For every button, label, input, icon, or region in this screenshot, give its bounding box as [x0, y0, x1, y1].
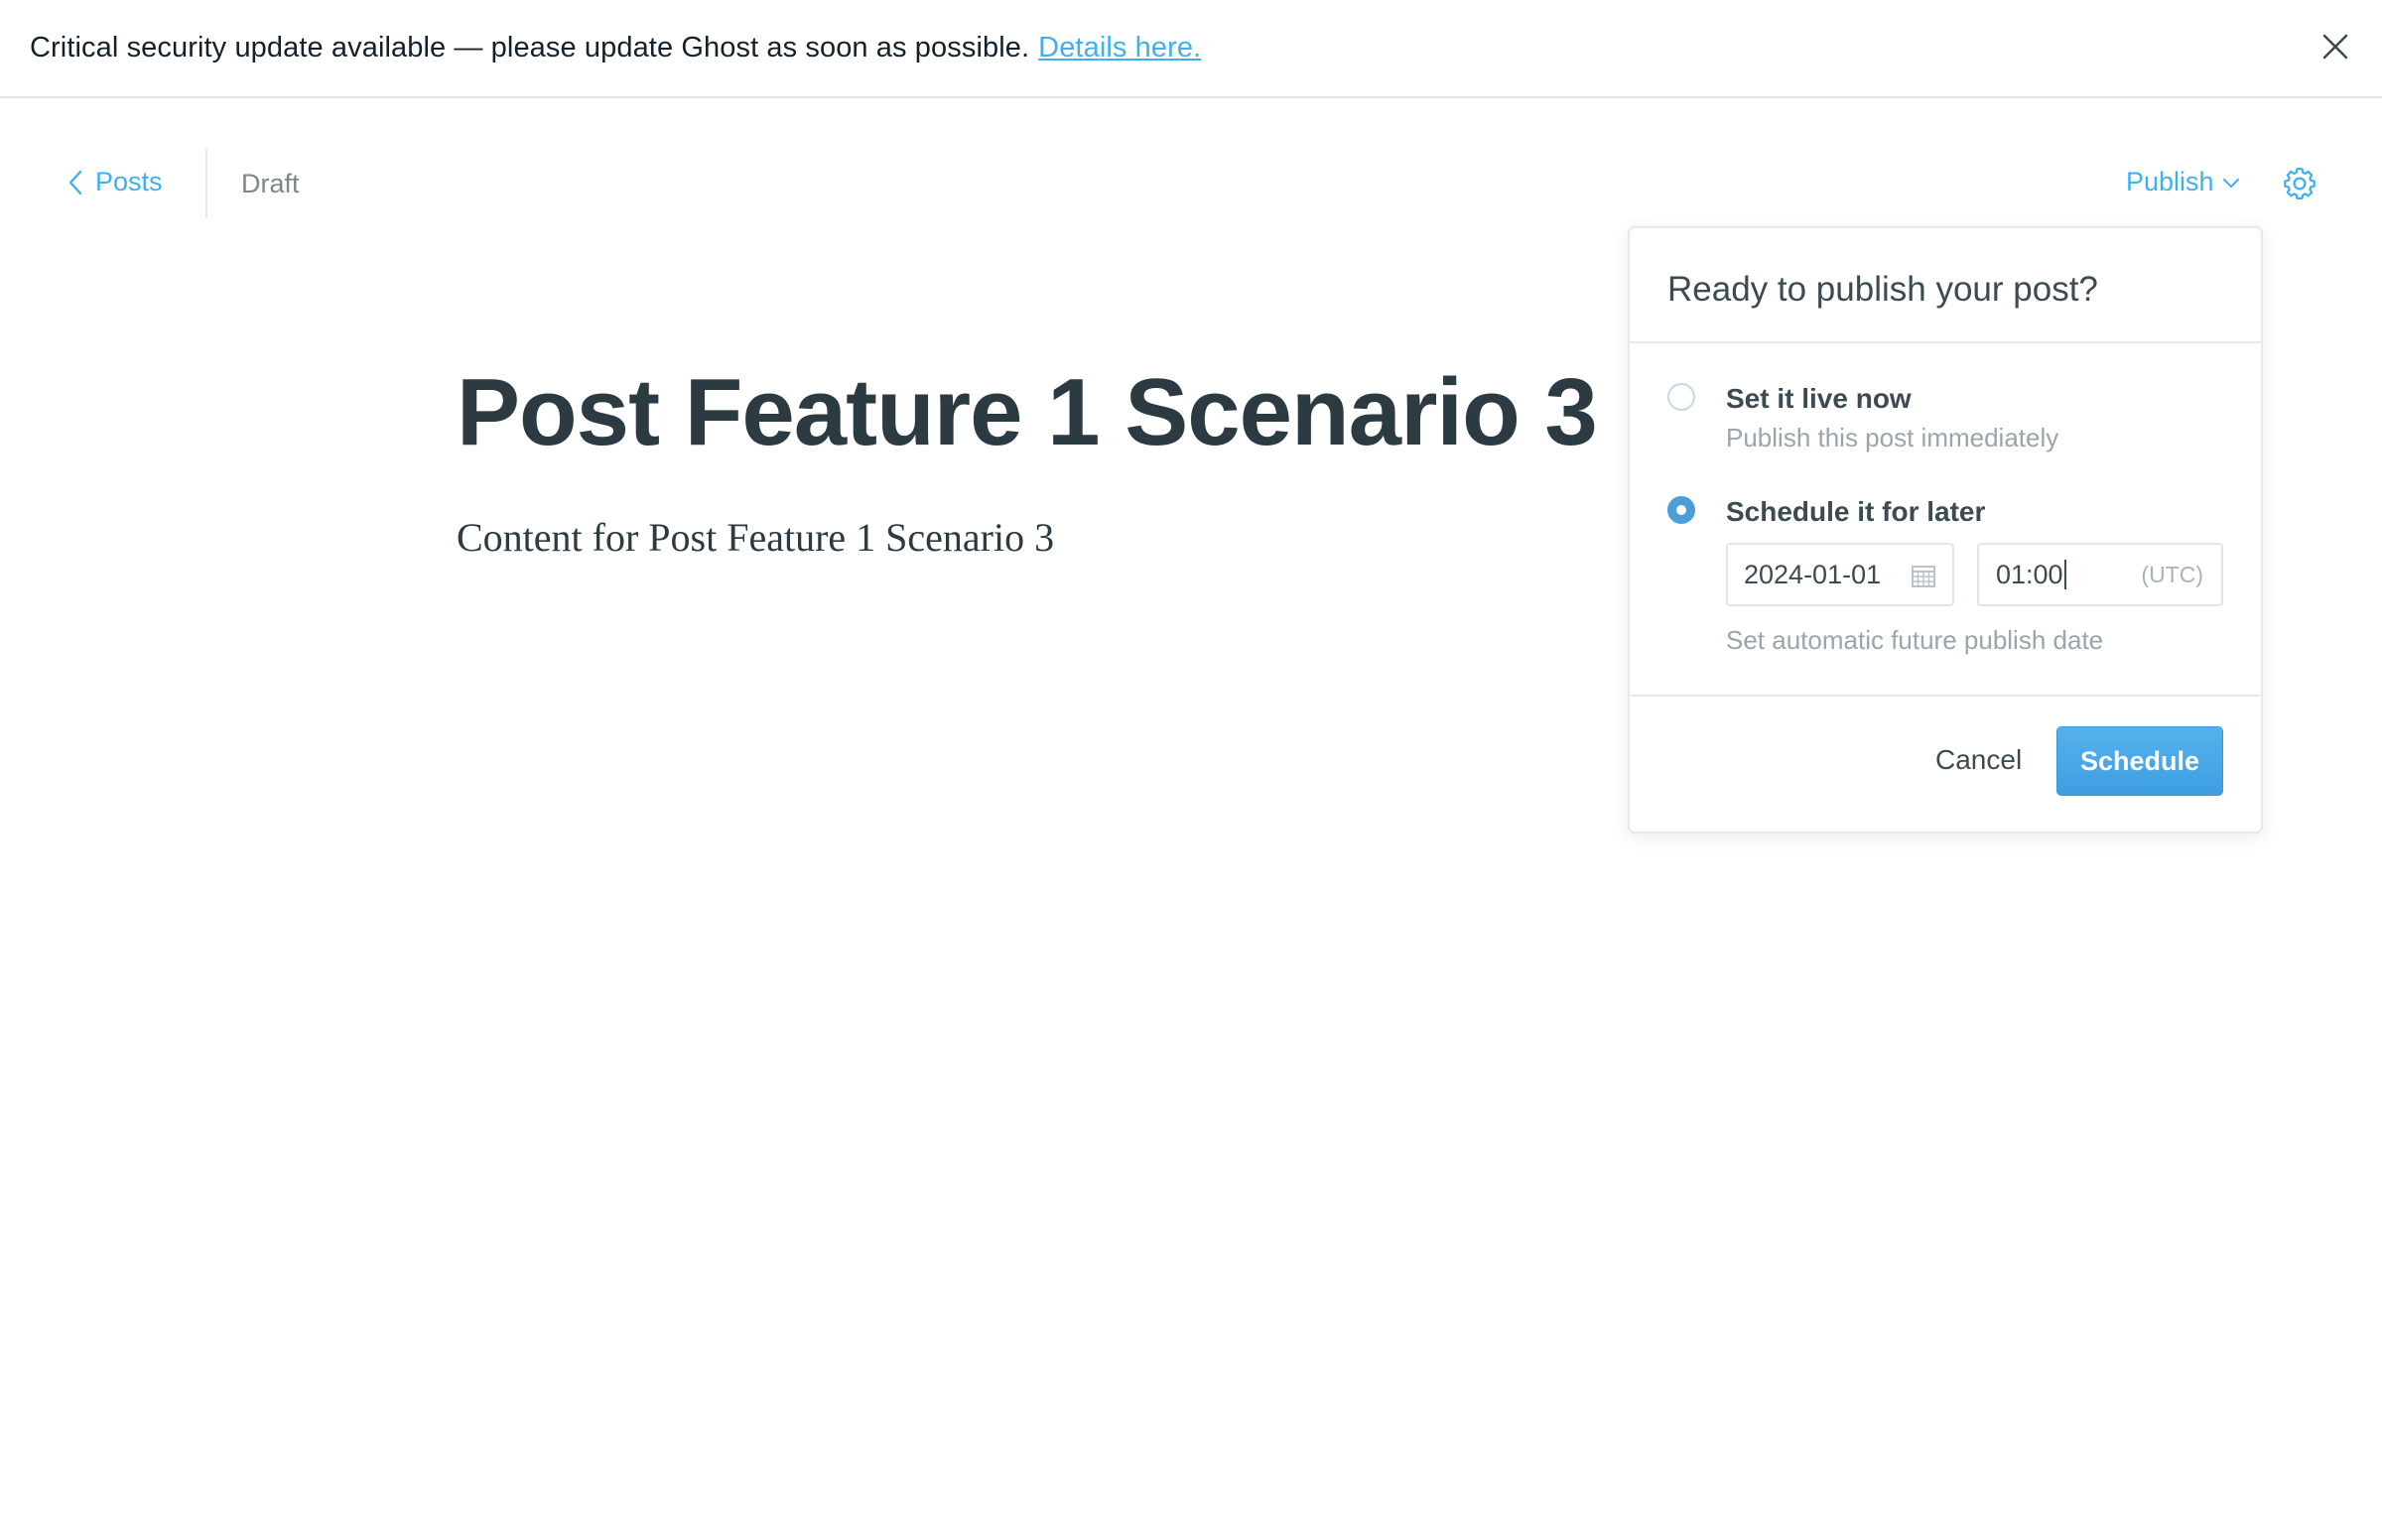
option-desc-schedule-later: Set automatic future publish date	[1726, 625, 2104, 655]
schedule-time-value: 01:00	[1996, 559, 2063, 589]
publish-dropdown: Ready to publish your post? Set it live …	[1628, 226, 2263, 834]
post-status: Draft	[241, 169, 300, 198]
option-desc-publish-now: Publish this post immediately	[1726, 423, 2059, 452]
text-cursor	[2063, 560, 2066, 589]
radio-publish-now[interactable]	[1667, 383, 1695, 411]
option-label-schedule-later[interactable]: Schedule it for later	[1726, 496, 1985, 528]
chevron-down-icon	[2222, 178, 2239, 188]
back-link-label: Posts	[95, 167, 163, 196]
post-title[interactable]: Post Feature 1 Scenario 3	[457, 365, 1598, 460]
close-icon[interactable]	[2318, 30, 2352, 64]
schedule-date-input[interactable]: 2024-01-01	[1726, 543, 1954, 606]
schedule-date-value: 2024-01-01	[1744, 559, 1882, 589]
back-to-posts-link[interactable]: Posts	[67, 167, 163, 197]
dropdown-divider	[1630, 341, 2261, 343]
schedule-time-input[interactable]: 01:00 (UTC)	[1977, 543, 2223, 606]
dropdown-footer-divider	[1630, 695, 2261, 697]
gear-icon[interactable]	[2281, 165, 2318, 202]
alert-message: Critical security update available — ple…	[30, 32, 1030, 64]
chevron-left-icon	[68, 170, 82, 194]
calendar-icon[interactable]	[1911, 563, 1936, 595]
publish-menu-button[interactable]: Publish	[2126, 167, 2240, 197]
timezone-label: (UTC)	[2141, 561, 2203, 587]
publish-label: Publish	[2126, 167, 2214, 196]
option-label-publish-now[interactable]: Set it live now	[1726, 383, 1912, 415]
alert-details-link[interactable]: Details here.	[1038, 32, 1201, 64]
cancel-button[interactable]: Cancel	[1935, 744, 2022, 776]
schedule-button[interactable]: Schedule	[2056, 726, 2223, 796]
publish-dropdown-title: Ready to publish your post?	[1667, 270, 2098, 309]
post-body[interactable]: Content for Post Feature 1 Scenario 3	[457, 514, 1054, 561]
header-divider	[205, 149, 207, 218]
security-alert-banner: Critical security update available — ple…	[0, 0, 2382, 98]
radio-schedule-later[interactable]	[1667, 496, 1695, 524]
